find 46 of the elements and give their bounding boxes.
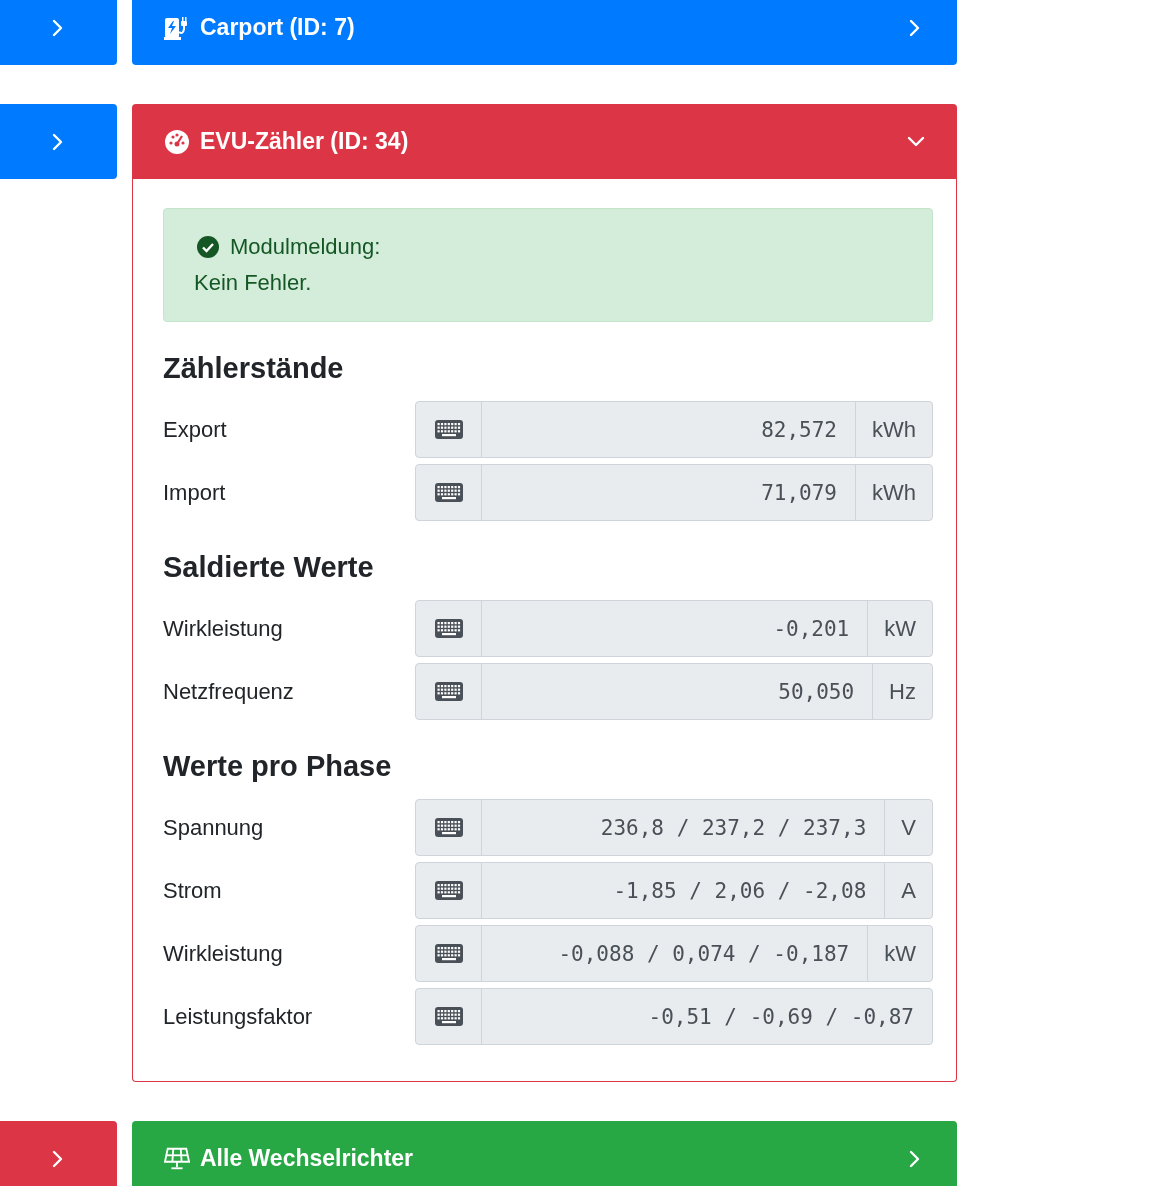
keyboard-icon xyxy=(434,619,463,638)
keyboard-icon xyxy=(434,944,463,963)
unit-label: kW xyxy=(867,926,932,981)
field-value: -0,201 xyxy=(772,615,851,643)
field-value: 50,050 xyxy=(777,678,856,706)
unit-label: Hz xyxy=(872,664,932,719)
expand-button[interactable] xyxy=(0,0,117,65)
expand-button[interactable] xyxy=(0,1121,117,1186)
field-label: Import xyxy=(163,479,227,506)
gauge-icon xyxy=(164,128,190,155)
section-heading: Saldierte Werte xyxy=(163,551,375,584)
unit-label: A xyxy=(884,863,932,918)
card-header[interactable]: Alle Wechselrichter xyxy=(132,1121,957,1186)
field-label: Strom xyxy=(163,877,223,904)
keyboard-icon xyxy=(434,881,463,900)
unit-label: kWh xyxy=(855,402,932,457)
keyboard-icon xyxy=(434,420,463,439)
unit-label: kWh xyxy=(855,465,932,520)
solar-panel-icon xyxy=(164,1145,190,1172)
field-value: -0,088 / 0,074 / -0,187 xyxy=(557,940,851,968)
unit-label: kW xyxy=(867,601,932,656)
keyboard-icon xyxy=(434,483,463,502)
field-label: Export xyxy=(163,416,228,443)
keyboard-icon xyxy=(434,682,463,701)
expand-button[interactable] xyxy=(0,104,117,179)
field-label: Netzfrequenz xyxy=(163,678,295,705)
field-label: Wirkleistung xyxy=(163,615,284,642)
field-value: -0,51 / -0,69 / -0,87 xyxy=(647,1003,915,1031)
field-label: Spannung xyxy=(163,814,265,841)
field-label: Leistungsfaktor xyxy=(163,1003,314,1030)
card-header[interactable]: Carport (ID: 7) xyxy=(132,0,957,65)
check-circle-icon xyxy=(196,235,220,259)
alert-message: Kein Fehler. xyxy=(194,269,313,297)
card-header[interactable]: EVU-Zähler (ID: 34) xyxy=(132,104,957,179)
unit-label: V xyxy=(884,800,932,855)
charging-station-icon xyxy=(164,14,190,41)
field-value: 236,8 / 237,2 / 237,3 xyxy=(599,814,868,842)
keyboard-icon xyxy=(434,1007,463,1026)
alert-title: Modulmeldung: xyxy=(230,233,381,261)
field-value: 71,079 xyxy=(760,479,838,507)
field-value: 82,572 xyxy=(760,416,838,444)
section-heading: Zählerstände xyxy=(163,352,345,385)
section-heading: Werte pro Phase xyxy=(163,750,393,783)
field-label: Wirkleistung xyxy=(163,940,284,967)
field-value: -1,85 / 2,06 / -2,08 xyxy=(612,877,868,905)
keyboard-icon xyxy=(434,818,463,837)
